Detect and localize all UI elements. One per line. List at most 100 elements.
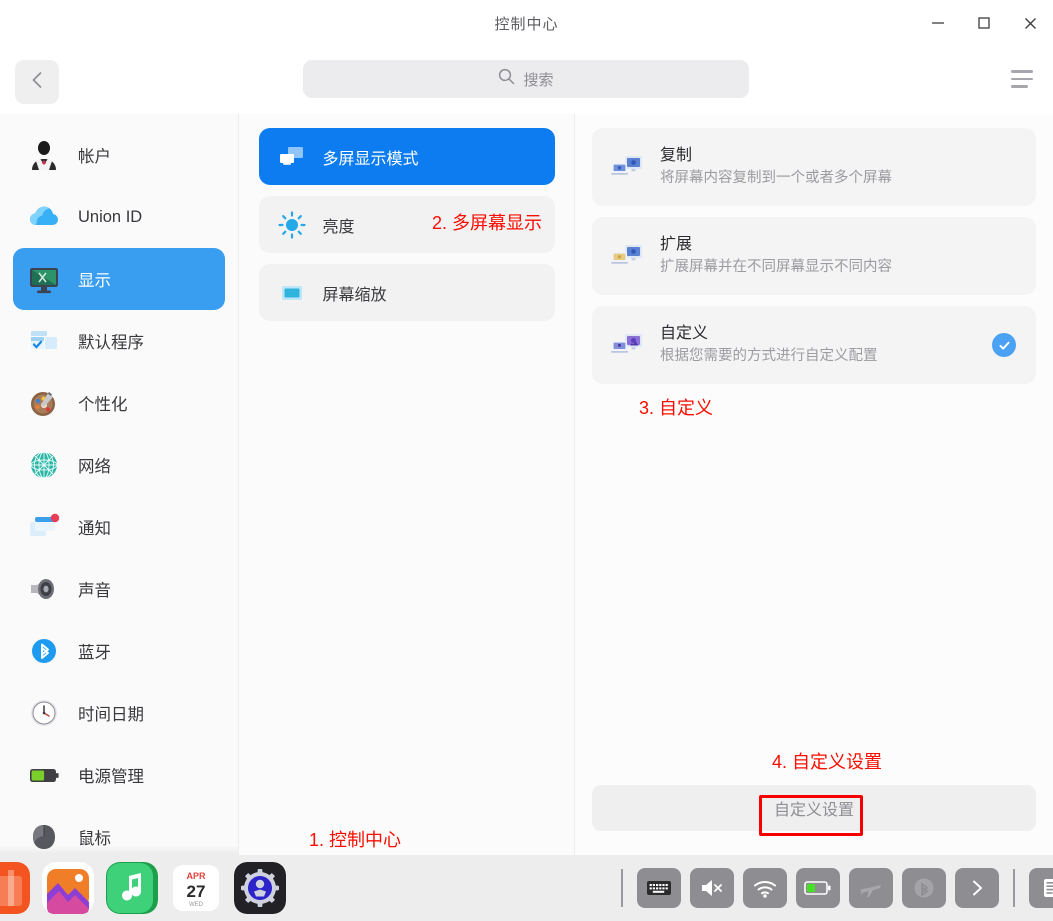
- notification-icon: [27, 510, 61, 544]
- wifi-tray-icon[interactable]: [743, 868, 787, 908]
- sidebar-item-label: 个性化: [78, 396, 128, 414]
- display-mode-option-title: 自定义: [660, 325, 709, 342]
- custom-screen-icon: [610, 330, 646, 360]
- section-item-label: 亮度: [322, 218, 355, 236]
- sidebar-item-network[interactable]: 网络: [13, 434, 225, 496]
- window-controls: [915, 0, 1053, 46]
- gallery-app-icon[interactable]: [42, 862, 94, 914]
- hamburger-menu-icon[interactable]: [1007, 66, 1037, 92]
- keyboard-tray-icon[interactable]: [637, 868, 681, 908]
- display-mode-option-text: 复制 将屏幕内容复制到一个或者多个屏幕: [660, 144, 1016, 190]
- battery-tray-icon[interactable]: [796, 868, 840, 908]
- display-mode-option-desc: 根据您需要的方式进行自定义配置: [660, 348, 878, 364]
- display-icon: [27, 262, 61, 296]
- annotation-1: 1. 控制中心: [309, 830, 402, 850]
- sidebar-item-label: 蓝牙: [78, 644, 111, 662]
- sidebar-item-display[interactable]: 显示: [13, 248, 225, 310]
- display-mode-option-text: 自定义 根据您需要的方式进行自定义配置: [660, 322, 992, 368]
- check-icon: [992, 333, 1016, 357]
- sidebar-item-power[interactable]: 电源管理: [13, 744, 225, 806]
- brightness-icon: [277, 210, 307, 240]
- store-app-icon[interactable]: [0, 862, 30, 914]
- default-apps-icon: [27, 324, 61, 358]
- display-mode-option-desc: 扩展屏幕并在不同屏幕显示不同内容: [660, 259, 892, 275]
- sidebar-item-label: 声音: [78, 582, 111, 600]
- window-title: 控制中心: [494, 15, 559, 33]
- volume-muted-tray-icon[interactable]: [690, 868, 734, 908]
- expand-tray-icon[interactable]: [955, 868, 999, 908]
- bluetooth-tray-icon[interactable]: [902, 868, 946, 908]
- network-icon: [27, 448, 61, 482]
- section-item-multiscreen[interactable]: 多屏显示模式: [258, 128, 555, 185]
- display-mode-option-duplicate[interactable]: 复制 将屏幕内容复制到一个或者多个屏幕: [592, 128, 1036, 206]
- sidebar-item-label: 帐户: [78, 148, 111, 166]
- notification-tray-icon[interactable]: [1029, 868, 1053, 908]
- bluetooth-icon: [27, 634, 61, 668]
- svg-text:APR: APR: [186, 871, 206, 881]
- close-button[interactable]: [1007, 0, 1053, 46]
- display-mode-option-custom[interactable]: 自定义 根据您需要的方式进行自定义配置: [592, 306, 1036, 384]
- sidebar-item-label: Union ID: [78, 207, 143, 226]
- section-item-label: 多屏显示模式: [322, 150, 419, 168]
- display-mode-option-title: 复制: [660, 147, 693, 164]
- sidebar-item-notification[interactable]: 通知: [13, 496, 225, 558]
- search-input[interactable]: 搜索: [303, 60, 749, 98]
- datetime-icon: [27, 696, 61, 730]
- sidebar-item-label: 时间日期: [78, 706, 144, 724]
- display-mode-option-title: 扩展: [660, 236, 693, 253]
- airplane-mode-tray-icon[interactable]: [849, 868, 893, 908]
- duplicate-screen-icon: [610, 152, 646, 182]
- svg-text:WED: WED: [189, 902, 204, 908]
- maximize-button[interactable]: [961, 0, 1007, 46]
- svg-text:27: 27: [187, 882, 206, 901]
- cloud-icon: [27, 200, 61, 234]
- sidebar-item-personalization[interactable]: 个性化: [13, 372, 225, 434]
- display-mode-option-desc: 将屏幕内容复制到一个或者多个屏幕: [660, 170, 892, 186]
- sound-icon: [27, 572, 61, 606]
- display-mode-option-extend[interactable]: 扩展 扩展屏幕并在不同屏幕显示不同内容: [592, 217, 1036, 295]
- sidebar-item-default-apps[interactable]: 默认程序: [13, 310, 225, 372]
- sidebar[interactable]: 帐户 Union ID 显示 默认程序 个性化 网络 通知 声音 蓝牙 时间日期…: [0, 114, 238, 855]
- title-bar: 控制中心: [0, 0, 1053, 46]
- chevron-left-icon: [31, 71, 44, 94]
- calendar-app-icon[interactable]: APR 27 WED: [170, 862, 222, 914]
- search-placeholder: 搜索: [523, 71, 554, 89]
- extend-screen-icon: [610, 241, 646, 271]
- sidebar-item-datetime[interactable]: 时间日期: [13, 682, 225, 744]
- sidebar-item-account[interactable]: 帐户: [13, 124, 225, 186]
- tray-separator-left: [621, 869, 623, 907]
- control-center-window: 控制中心 搜索 帐户 Union ID 显示 默认程序 个性化 网络 通知 声音…: [0, 0, 1053, 921]
- sidebar-item-union-id[interactable]: Union ID: [13, 186, 225, 248]
- account-icon: [27, 138, 61, 172]
- tray-separator-right: [1013, 869, 1015, 907]
- display-mode-option-text: 扩展 扩展屏幕并在不同屏幕显示不同内容: [660, 233, 1016, 279]
- screen-scale-icon: [277, 278, 307, 308]
- sidebar-item-label: 默认程序: [78, 334, 144, 352]
- sidebar-scroll-shadow: [0, 845, 238, 855]
- multiscreen-icon: [277, 142, 307, 172]
- taskbar: APR 27 WED: [0, 855, 1053, 921]
- custom-settings-button-wrap: 自定义设置: [575, 785, 1053, 831]
- back-button[interactable]: [15, 60, 59, 104]
- power-icon: [27, 758, 61, 792]
- sidebar-item-label: 显示: [78, 272, 111, 290]
- personalization-icon: [27, 386, 61, 420]
- music-app-icon[interactable]: [106, 862, 158, 914]
- taskbar-apps: APR 27 WED: [0, 862, 286, 914]
- annotation-2: 2. 多屏幕显示: [432, 213, 543, 233]
- section-item-label: 屏幕缩放: [322, 286, 387, 304]
- minimize-button[interactable]: [915, 0, 961, 46]
- custom-settings-button[interactable]: 自定义设置: [592, 785, 1036, 831]
- taskbar-tray: [616, 855, 1053, 921]
- sidebar-item-label: 通知: [78, 520, 111, 538]
- annotation-3: 3. 自定义: [639, 398, 714, 418]
- annotation-4: 4. 自定义设置: [772, 752, 883, 772]
- sidebar-item-sound[interactable]: 声音: [13, 558, 225, 620]
- search-icon: [498, 68, 515, 90]
- sidebar-item-label: 网络: [78, 458, 111, 476]
- sidebar-item-bluetooth[interactable]: 蓝牙: [13, 620, 225, 682]
- sidebar-list: 帐户 Union ID 显示 默认程序 个性化 网络 通知 声音 蓝牙 时间日期…: [0, 114, 238, 855]
- display-mode-panel: 复制 将屏幕内容复制到一个或者多个屏幕 扩展 扩展屏幕并在不同屏幕显示不同内容 …: [575, 114, 1053, 855]
- control-center-app-icon[interactable]: [234, 862, 286, 914]
- section-item-screen-scale[interactable]: 屏幕缩放: [258, 264, 555, 321]
